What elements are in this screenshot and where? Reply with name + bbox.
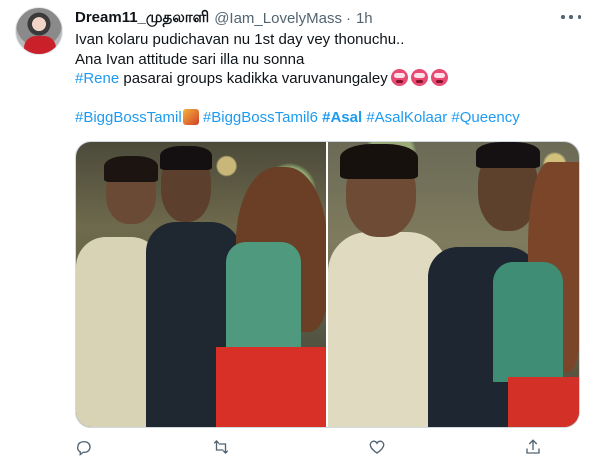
photo-left[interactable] xyxy=(76,142,326,427)
display-name[interactable]: Dream11_முதலாளி xyxy=(75,9,209,28)
hashtag-queency[interactable]: #Queency xyxy=(451,109,519,126)
person-middle-hair xyxy=(160,146,212,170)
tweet-actions xyxy=(75,436,580,458)
hashtag-line: #BiggBossTamil #BiggBossTamil6 #Asal #As… xyxy=(75,108,580,128)
hashtag-asalkolaar[interactable]: #AsalKolaar xyxy=(366,109,447,126)
timestamp[interactable]: 1h xyxy=(356,10,373,27)
hashtag-biggbosstamil6[interactable]: #BiggBossTamil6 xyxy=(203,109,318,126)
person-right-top xyxy=(226,242,301,347)
tweet-media xyxy=(75,141,580,428)
person-right-skirt xyxy=(508,377,579,427)
separator-dot: · xyxy=(345,9,351,27)
more-options-icon[interactable] xyxy=(561,9,581,25)
hashtag-biggbosstamil[interactable]: #BiggBossTamil xyxy=(75,109,182,126)
angry-face-emoji-icon xyxy=(430,69,448,87)
tweet-line-1: Ivan kolaru pudichavan nu 1st day vey th… xyxy=(75,31,405,48)
hashtag-rene[interactable]: #Rene xyxy=(75,70,119,87)
angry-face-emoji-icon xyxy=(390,69,408,87)
photo-right[interactable] xyxy=(328,142,579,427)
person-right-top xyxy=(493,262,563,382)
like-icon[interactable] xyxy=(366,436,388,458)
angry-face-emoji-icon xyxy=(410,69,428,87)
bigg-boss-logo-icon xyxy=(182,109,199,126)
avatar[interactable] xyxy=(15,7,63,55)
avatar-shirt xyxy=(24,36,56,54)
share-icon[interactable] xyxy=(522,436,544,458)
person-left-hair xyxy=(340,144,418,179)
tweet-line-3-text: pasarai groups kadikka varuvanungaley xyxy=(119,70,388,88)
tweet-header: Dream11_முதலாளி @Iam_LovelyMass · 1h xyxy=(75,8,373,28)
hashtag-asal[interactable]: #Asal xyxy=(322,109,362,126)
tweet-text: Ivan kolaru pudichavan nu 1st day vey th… xyxy=(75,30,580,128)
tweet-line-2: Ana Ivan attitude sari illa nu sonna xyxy=(75,50,305,68)
reply-icon[interactable] xyxy=(73,436,95,458)
person-right-skirt xyxy=(216,347,326,427)
retweet-icon[interactable] xyxy=(210,436,232,458)
person-left-hair xyxy=(104,156,158,182)
tweet-line-3: #Rene pasarai groups kadikka varuvanunga… xyxy=(75,69,580,89)
user-handle[interactable]: @Iam_LovelyMass xyxy=(214,10,342,27)
person-middle-hair xyxy=(476,142,540,168)
